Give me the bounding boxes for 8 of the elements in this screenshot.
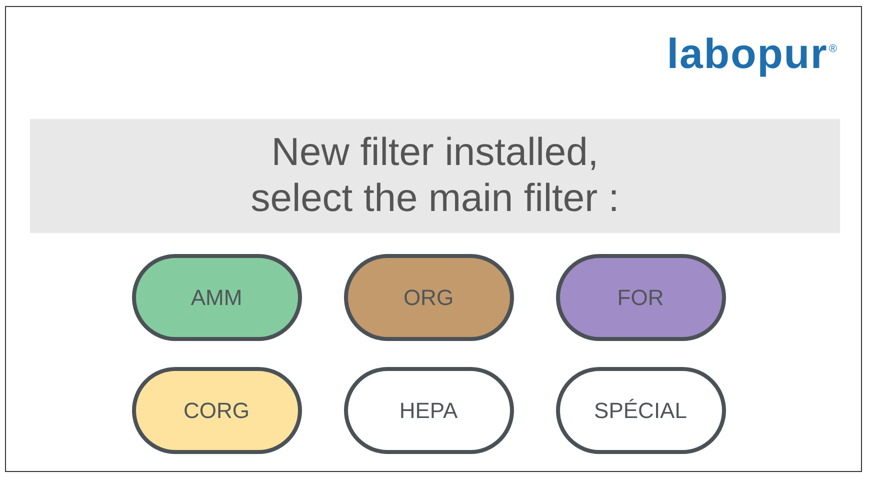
logo-text: labopur [666, 33, 828, 75]
message-line: select the main filter : [250, 176, 620, 222]
filter-button[interactable]: HEPA [344, 367, 514, 454]
filter-button[interactable]: CORG [132, 367, 302, 454]
filter-button[interactable]: AMM [132, 254, 302, 341]
message-line: New filter installed, [271, 130, 599, 176]
registered-mark: ® [828, 43, 837, 55]
filter-button[interactable]: SPÉCIAL [556, 367, 726, 454]
